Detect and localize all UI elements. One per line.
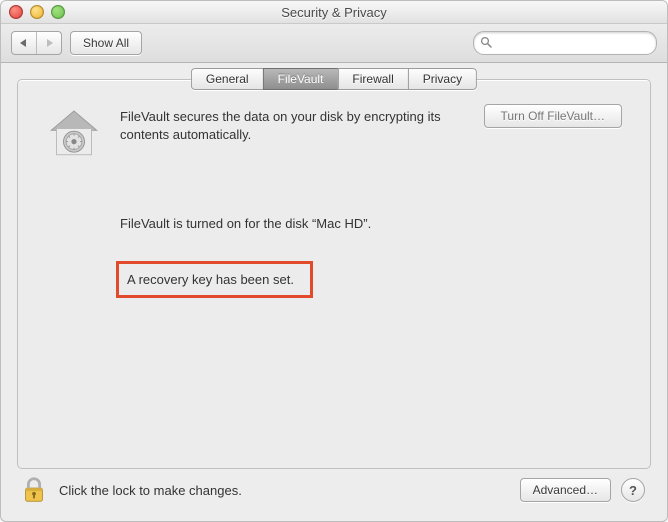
turn-off-filevault-label: Turn Off FileVault… bbox=[501, 109, 605, 123]
lock-icon[interactable] bbox=[19, 475, 49, 505]
filevault-description: FileVault secures the data on your disk … bbox=[120, 104, 466, 144]
window-traffic-lights bbox=[9, 5, 65, 19]
prefs-pane: General FileVault Firewall Privacy bbox=[17, 79, 651, 469]
forward-button[interactable] bbox=[37, 32, 61, 54]
pane-inner: FileVault secures the data on your disk … bbox=[18, 80, 650, 318]
advanced-label: Advanced… bbox=[533, 483, 598, 497]
back-triangle-icon bbox=[20, 39, 28, 47]
recovery-key-highlight: A recovery key has been set. bbox=[116, 261, 313, 298]
advanced-button[interactable]: Advanced… bbox=[520, 478, 611, 502]
lock-hint-text: Click the lock to make changes. bbox=[59, 483, 510, 498]
prefs-window: Security & Privacy Show All General File bbox=[0, 0, 668, 522]
recovery-key-text: A recovery key has been set. bbox=[127, 272, 294, 287]
tabs: General FileVault Firewall Privacy bbox=[191, 68, 477, 90]
show-all-button[interactable]: Show All bbox=[70, 31, 142, 55]
search-icon bbox=[480, 36, 492, 50]
window-title: Security & Privacy bbox=[1, 5, 667, 20]
turn-off-filevault-button[interactable]: Turn Off FileVault… bbox=[484, 104, 622, 128]
nav-segment bbox=[11, 31, 62, 55]
zoom-button[interactable] bbox=[51, 5, 65, 19]
minimize-button[interactable] bbox=[30, 5, 44, 19]
forward-triangle-icon bbox=[45, 39, 53, 47]
filevault-status-text: FileVault is turned on for the disk “Mac… bbox=[120, 216, 622, 231]
tab-privacy[interactable]: Privacy bbox=[408, 68, 477, 90]
show-all-label: Show All bbox=[83, 36, 129, 50]
filevault-house-icon bbox=[46, 104, 102, 160]
search-field[interactable] bbox=[473, 31, 657, 55]
help-button[interactable]: ? bbox=[621, 478, 645, 502]
search-input[interactable] bbox=[496, 35, 655, 51]
close-button[interactable] bbox=[9, 5, 23, 19]
titlebar: Security & Privacy bbox=[1, 1, 667, 24]
tab-firewall[interactable]: Firewall bbox=[337, 68, 407, 90]
toolbar: Show All bbox=[1, 24, 667, 63]
filevault-header-row: FileVault secures the data on your disk … bbox=[46, 104, 622, 160]
back-button[interactable] bbox=[12, 32, 37, 54]
tab-general[interactable]: General bbox=[191, 68, 263, 90]
tab-filevault[interactable]: FileVault bbox=[263, 68, 338, 90]
footer: Click the lock to make changes. Advanced… bbox=[17, 469, 651, 511]
content-area: General FileVault Firewall Privacy bbox=[1, 63, 667, 521]
